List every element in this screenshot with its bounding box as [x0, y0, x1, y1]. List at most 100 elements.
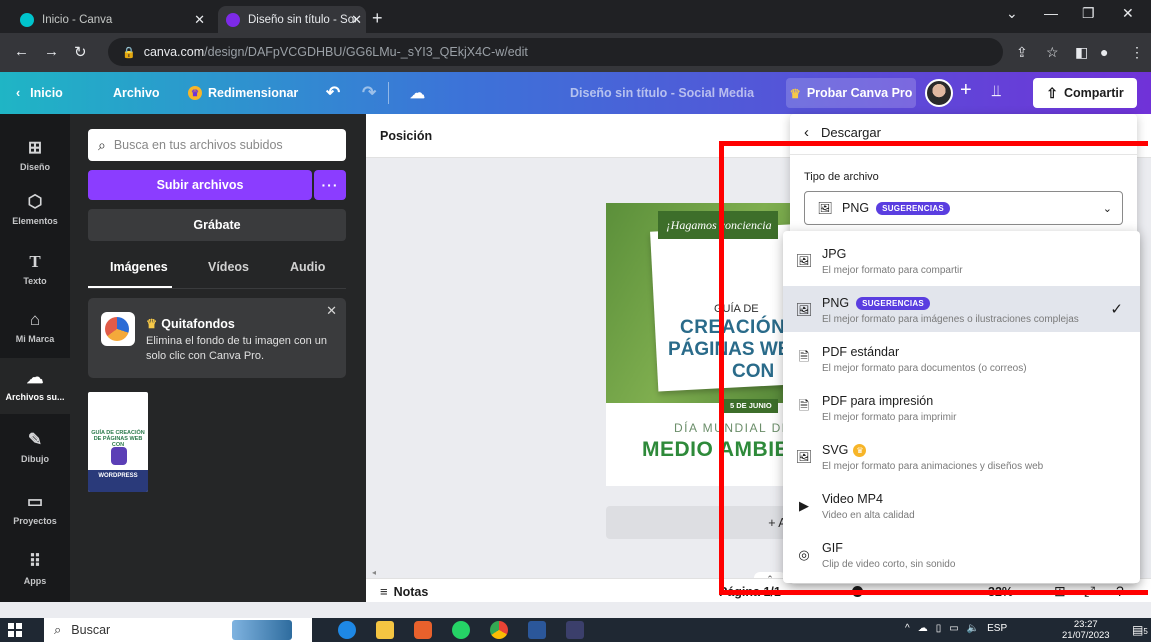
browser-address-bar: ← → ↻ 🔒 canva.com /design/DAFpVCGDHBU/GG…: [0, 33, 1151, 72]
canva-favicon-icon: [226, 12, 240, 27]
bookmark-star-icon[interactable]: ☆: [1046, 38, 1059, 66]
folder-icon: ▭: [26, 492, 44, 511]
reload-icon[interactable]: ↻: [74, 43, 87, 61]
tab-title: Inicio - Canva: [42, 13, 113, 26]
close-tab-icon[interactable]: ✕: [194, 12, 205, 28]
taskbar-clock[interactable]: 23:27 21/07/2023: [1062, 619, 1110, 641]
download-header[interactable]: ‹ Descargar: [804, 124, 881, 141]
browser-menu-icon[interactable]: ⋮: [1130, 38, 1144, 66]
word-icon[interactable]: [528, 621, 546, 639]
tab-title: Diseño sin título - Social Media: [248, 13, 356, 26]
tab-videos[interactable]: Vídeos: [208, 260, 249, 274]
rail-item-design[interactable]: ⊞ Diseño: [0, 124, 70, 180]
task-view-icon[interactable]: ⊟: [300, 620, 318, 638]
share-page-icon[interactable]: ⇪: [1016, 38, 1028, 66]
tab-search-chevron-icon[interactable]: ⌄: [1006, 5, 1018, 22]
close-icon[interactable]: ✕: [326, 303, 337, 319]
close-tab-icon[interactable]: ✕: [351, 12, 362, 28]
chrome-icon[interactable]: [490, 621, 508, 639]
notification-count: 5: [1143, 627, 1148, 636]
rail-item-elements[interactable]: ⬡ Elementos: [0, 184, 70, 240]
resize-button[interactable]: ♛ Redimensionar: [188, 72, 298, 114]
clock-date: 21/07/2023: [1062, 630, 1110, 641]
clock-time: 23:27: [1073, 619, 1098, 630]
url-path: /design/DAFpVCGDHBU/GG6LMu-_sYI3_QEkjX4C…: [204, 45, 528, 59]
notes-label: Notas: [393, 584, 429, 599]
tab-images[interactable]: Imágenes: [110, 260, 168, 274]
invite-plus-icon[interactable]: +: [960, 79, 972, 102]
windows-start-icon[interactable]: [8, 623, 22, 637]
minimize-icon[interactable]: —: [1044, 5, 1058, 21]
cloud-saved-icon[interactable]: ☁: [410, 72, 425, 114]
rail-item-draw[interactable]: ✎ Dibujo: [0, 420, 70, 476]
network-icon[interactable]: ▭: [949, 623, 958, 634]
rail-item-uploads[interactable]: ☁ Archivos su...: [0, 358, 70, 414]
restore-icon[interactable]: ❐: [1082, 5, 1095, 22]
redo-icon[interactable]: ↷: [362, 72, 376, 114]
background-remover-promo[interactable]: ♛ Quitafondos Elimina el fondo de tu imag…: [88, 298, 346, 378]
layout-icon: ⊞: [27, 138, 43, 157]
notifications-icon[interactable]: ▤5: [1132, 623, 1148, 637]
profile-icon[interactable]: ●: [1100, 38, 1108, 66]
position-button[interactable]: Posición: [380, 129, 432, 143]
home-button[interactable]: ‹ Inicio: [16, 72, 63, 114]
taskbar-search-label: Buscar: [71, 623, 111, 637]
language-indicator[interactable]: ESP: [987, 623, 1007, 634]
rail-item-projects[interactable]: ▭ Proyectos: [0, 484, 70, 540]
notification-glyph: ▤: [1132, 623, 1144, 637]
rail-label: Mi Marca: [15, 334, 55, 344]
chevron-left-icon[interactable]: ‹: [804, 124, 809, 141]
try-pro-button[interactable]: ♛ Probar Canva Pro: [786, 78, 916, 108]
insights-chart-icon[interactable]: ⫫: [992, 83, 1001, 101]
chevron-left-icon: ‹: [16, 86, 21, 100]
brave-icon[interactable]: [414, 621, 432, 639]
tab-audio[interactable]: Audio: [290, 260, 325, 274]
rail-item-text[interactable]: T Texto: [0, 244, 70, 300]
try-pro-label: Probar Canva Pro: [806, 86, 913, 100]
rail-item-apps[interactable]: ⠿ Apps: [0, 544, 70, 600]
rail-label: Proyectos: [13, 516, 57, 526]
upload-files-button[interactable]: Subir archivos: [88, 170, 312, 200]
forward-icon[interactable]: →: [44, 43, 59, 60]
file-explorer-icon[interactable]: [376, 621, 394, 639]
record-yourself-button[interactable]: Grábate: [88, 209, 346, 241]
scroll-left-icon[interactable]: ◂: [372, 568, 376, 577]
cloud-icon[interactable]: ☁: [918, 623, 928, 634]
active-tab-indicator: [88, 286, 172, 288]
share-button[interactable]: ⇧ Compartir: [1033, 78, 1137, 108]
left-rail: ⊞ Diseño ⬡ Elementos T Texto ⌂ Mi Marca …: [0, 114, 70, 602]
upload-more-button[interactable]: ···: [314, 170, 346, 200]
avatar[interactable]: [925, 79, 953, 107]
volume-icon[interactable]: 🔈: [967, 623, 979, 634]
canva-favicon-icon: [20, 12, 34, 27]
close-window-icon[interactable]: ✕: [1122, 5, 1134, 22]
file-menu-button[interactable]: Archivo: [113, 72, 160, 114]
uploaded-image-thumbnail[interactable]: GUÍA DE CREACIÓN DE PÁGINAS WEB CON WORD…: [88, 392, 148, 492]
cloud-upload-icon: ☁: [26, 368, 44, 387]
design-title[interactable]: Diseño sin título - Social Media: [570, 72, 754, 114]
new-tab-icon[interactable]: +: [372, 8, 383, 29]
search-box[interactable]: ⌕: [88, 129, 346, 161]
download-title: Descargar: [821, 125, 881, 140]
media-app-icon[interactable]: [566, 621, 584, 639]
draw-icon: ✎: [27, 430, 43, 449]
rail-item-brand[interactable]: ⌂ Mi Marca: [0, 302, 70, 358]
browser-tab-design[interactable]: Diseño sin título - Social Media ✕: [218, 6, 366, 33]
undo-icon[interactable]: ↶: [326, 72, 340, 114]
chevron-up-icon[interactable]: ^: [905, 623, 910, 634]
notes-button[interactable]: ≡ Notas: [380, 584, 428, 599]
thumbnail-footer: WORDPRESS: [88, 470, 148, 492]
url-field[interactable]: 🔒 canva.com /design/DAFpVCGDHBU/GG6LMu-_…: [108, 38, 1003, 66]
sidebar-icon[interactable]: ◧: [1075, 38, 1088, 66]
back-icon[interactable]: ←: [14, 43, 29, 60]
system-tray: ^ ☁ ▯ ▭ 🔈 ESP: [905, 623, 1007, 634]
taskbar-search[interactable]: ⌕ Buscar: [44, 618, 312, 642]
edge-icon[interactable]: [338, 621, 356, 639]
whatsapp-icon[interactable]: [452, 621, 470, 639]
divider: [388, 82, 389, 104]
battery-icon[interactable]: ▯: [936, 623, 942, 634]
rail-label: Archivos su...: [5, 392, 65, 402]
promo-image: [101, 312, 135, 346]
search-input[interactable]: [113, 138, 334, 152]
browser-tab-inicio[interactable]: Inicio - Canva ✕: [10, 6, 215, 33]
